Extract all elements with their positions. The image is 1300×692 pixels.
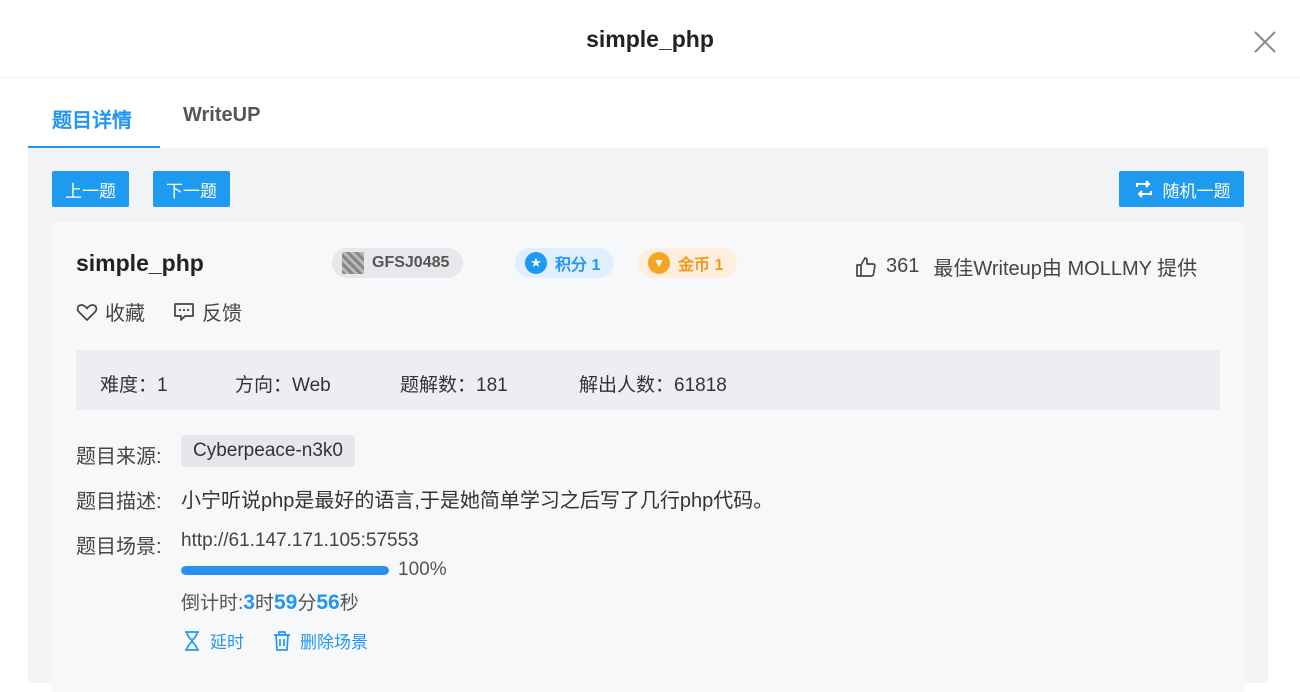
writeups-stat: 题解数：181	[400, 375, 508, 396]
score-badge: ★ 积分 1	[515, 248, 615, 278]
feedback-label: 反馈	[202, 303, 242, 325]
tab-writeup[interactable]: WriteUP	[183, 104, 260, 127]
coin-badge: ▼ 金币 1	[638, 248, 738, 278]
description-text: 小宁听说php是最好的语言,于是她简单学习之后写了几行php代码。	[181, 490, 774, 512]
dialog-title: simple_php	[586, 26, 714, 52]
extend-time-button[interactable]: 延时	[182, 628, 244, 653]
countdown-hours: 3	[243, 591, 255, 614]
heart-icon	[76, 303, 98, 321]
stats-bar: 难度：1 方向：Web 题解数：181 解出人数：61818	[76, 350, 1220, 410]
scene-progress-fill	[181, 566, 389, 575]
extend-time-label: 延时	[210, 633, 244, 652]
content-panel: 上一题 下一题 随机一题 simple_php GFSJ0485 ★ 积分 1 …	[28, 148, 1268, 692]
delete-scene-label: 删除场景	[300, 633, 368, 652]
likes-area: 361 最佳Writeup由 MOLLMY 提供	[854, 252, 1197, 281]
close-icon[interactable]	[1250, 27, 1280, 57]
favorite-button[interactable]: 收藏	[76, 297, 145, 326]
challenge-card: simple_php GFSJ0485 ★ 积分 1 ▼ 金币 1 361 最佳…	[52, 222, 1244, 692]
dialog-header: simple_php	[0, 0, 1300, 78]
challenge-code-badge: GFSJ0485	[332, 248, 464, 278]
comment-icon	[174, 302, 194, 321]
tab-bar: 题目详情 WriteUP	[28, 96, 1268, 150]
scene-label: 题目场景:	[76, 536, 162, 558]
countdown-minutes: 59	[273, 591, 298, 614]
shuffle-icon	[1135, 180, 1152, 198]
random-question-label: 随机一题	[1162, 181, 1231, 201]
qr-icon	[342, 252, 364, 274]
coin-icon: ▼	[648, 252, 670, 274]
countdown: 倒计时: 3 时 59 分 56 秒	[181, 588, 359, 615]
best-writeup-text[interactable]: 最佳Writeup由 MOLLMY 提供	[933, 252, 1197, 281]
countdown-seconds-unit: 秒	[339, 593, 359, 614]
trash-icon	[274, 630, 290, 651]
next-question-button[interactable]: 下一题	[153, 171, 230, 207]
countdown-seconds: 56	[316, 591, 340, 614]
countdown-hours-unit: 时	[254, 593, 274, 614]
star-icon: ★	[525, 252, 547, 274]
tab-details[interactable]: 题目详情	[52, 104, 132, 133]
source-label: 题目来源:	[76, 446, 162, 468]
difficulty-stat: 难度：1	[100, 375, 168, 396]
hourglass-icon	[185, 630, 199, 651]
likes-count: 361	[886, 255, 920, 277]
coin-label: 金币 1	[678, 257, 724, 274]
random-question-button[interactable]: 随机一题	[1119, 171, 1244, 207]
countdown-prefix: 倒计时:	[181, 593, 244, 614]
direction-stat: 方向：Web	[235, 375, 331, 396]
feedback-button[interactable]: 反馈	[173, 297, 242, 326]
thumbs-up-icon[interactable]	[854, 255, 878, 279]
delete-scene-button[interactable]: 删除场景	[272, 628, 368, 653]
solvers-stat: 解出人数：61818	[579, 375, 727, 396]
favorite-label: 收藏	[105, 303, 145, 325]
description-label: 题目描述:	[76, 491, 162, 513]
challenge-code: GFSJ0485	[372, 254, 450, 271]
prev-question-button[interactable]: 上一题	[52, 171, 129, 207]
score-label: 积分 1	[555, 257, 601, 274]
scene-url[interactable]: http://61.147.171.105:57553	[181, 530, 419, 552]
scene-progress-text: 100%	[398, 559, 447, 580]
challenge-title: simple_php	[76, 250, 204, 276]
countdown-minutes-unit: 分	[297, 593, 317, 614]
scene-progress-bar	[181, 566, 389, 575]
source-tag: Cyberpeace-n3k0	[181, 435, 355, 467]
